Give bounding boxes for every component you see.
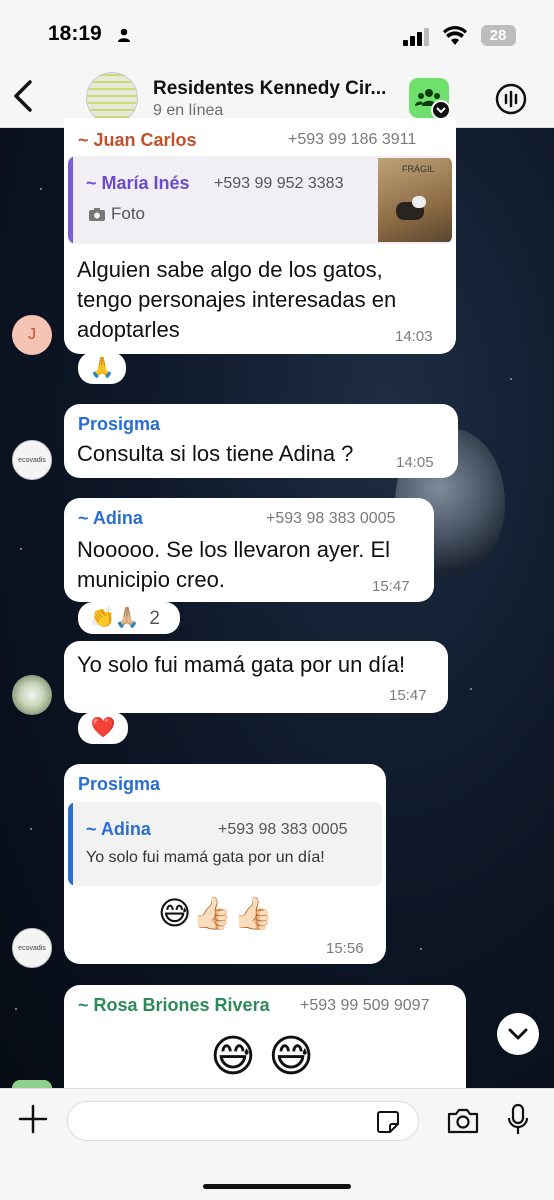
message-text-line: municipio creo.: [77, 567, 225, 592]
chevron-down-icon[interactable]: [431, 100, 451, 120]
quoted-message[interactable]: ~ María Inés +593 99 952 3383 Foto FRÁGI…: [68, 156, 452, 244]
sender-name: ~ Adina: [78, 508, 143, 528]
avatar[interactable]: ecovadis: [12, 440, 52, 480]
avatar[interactable]: ecovadis: [12, 928, 52, 968]
chevron-down-icon: [508, 1028, 528, 1040]
message-bubble[interactable]: Prosigma ~ Adina +593 98 383 0005 Yo sol…: [64, 764, 386, 964]
quote-bar: [68, 156, 73, 244]
quoted-text: Yo solo fui mamá gata por un día!: [86, 849, 325, 866]
person-icon: [118, 28, 130, 42]
message-time: 15:56: [326, 940, 364, 957]
quoted-sender-name: ~ Adina: [86, 819, 151, 839]
camera-button[interactable]: [446, 1106, 480, 1136]
reaction-badge[interactable]: 🙏: [78, 352, 126, 384]
emoji-message: 😅 😅: [210, 1032, 314, 1081]
message-bubble[interactable]: ~ Juan Carlos +593 99 186 3911 ~ María I…: [64, 118, 456, 354]
message-text-line: Alguien sabe algo de los gatos,: [77, 257, 383, 282]
sender-phone: +593 98 383 0005: [266, 510, 396, 527]
quoted-sender-phone: +593 98 383 0005: [218, 821, 348, 838]
message-time: 15:47: [389, 687, 427, 704]
message-bubble[interactable]: ~ Adina +593 98 383 0005 Nooooo. Se los …: [64, 498, 434, 602]
reaction-badge[interactable]: ❤️: [78, 712, 128, 744]
emoji-message: 😅👍🏻👍🏻: [158, 895, 275, 931]
avatar[interactable]: [12, 1080, 52, 1088]
sender-name: ~ Juan Carlos: [78, 130, 197, 150]
message-time: 14:03: [395, 328, 433, 345]
avatar-logo-text: ecovadis: [18, 457, 46, 464]
sender-name: Prosigma: [78, 774, 161, 794]
box-label: FRÁGIL: [402, 164, 435, 174]
home-indicator: [203, 1184, 351, 1189]
message-time: 14:05: [396, 454, 434, 471]
message-bubble[interactable]: Yo solo fui mamá gata por un día! 15:47: [64, 641, 448, 713]
camera-icon: [89, 208, 105, 221]
quote-bar: [68, 802, 73, 886]
quoted-text: Foto: [111, 204, 146, 223]
quoted-sender-name: ~ María Inés: [86, 173, 190, 193]
message-text-line: Yo solo fui mamá gata por un día!: [77, 652, 406, 677]
message-composer: [0, 1088, 554, 1200]
group-avatar[interactable]: [86, 72, 138, 124]
sender-phone: +593 99 186 3911: [288, 131, 417, 148]
cellular-signal-icon: [403, 28, 429, 46]
avatar-logo-text: ecovadis: [18, 945, 46, 952]
sender-name: Prosigma: [78, 414, 161, 434]
message-text-line: Consulta si los tiene Adina ?: [77, 441, 354, 466]
voice-chat-button[interactable]: [494, 82, 528, 116]
message-bubble[interactable]: ~ Rosa Briones Rivera +593 99 509 9097 😅…: [64, 985, 466, 1095]
quoted-message[interactable]: ~ Adina +593 98 383 0005 Yo solo fui mam…: [68, 802, 382, 886]
scroll-to-bottom-button[interactable]: [497, 1013, 539, 1055]
message-text-line: tengo personajes interesadas en: [77, 287, 397, 312]
sender-name: ~ Rosa Briones Rivera: [78, 995, 270, 1015]
microphone-button[interactable]: [506, 1103, 530, 1137]
battery-level: 28: [489, 27, 507, 44]
avatar[interactable]: [12, 675, 52, 715]
sticker-button[interactable]: [376, 1110, 400, 1134]
avatar[interactable]: J: [12, 315, 52, 355]
avatar-initial: J: [28, 326, 36, 343]
quoted-photo-thumbnail: FRÁGIL: [378, 158, 452, 242]
reaction-badge[interactable]: 👏🙏🏼 2: [78, 602, 180, 634]
message-text-line: Nooooo. Se los llevaron ayer. El: [77, 537, 391, 562]
status-time: 18:19: [48, 22, 102, 45]
group-title[interactable]: Residentes Kennedy Cir...: [153, 78, 398, 100]
wifi-icon: [443, 26, 467, 45]
status-bar: 18:19 28: [0, 0, 554, 62]
message-bubble[interactable]: Prosigma Consulta si los tiene Adina ? 1…: [64, 404, 458, 478]
attach-plus-button[interactable]: [18, 1104, 48, 1134]
sender-phone: +593 99 509 9097: [300, 997, 430, 1014]
reaction-emojis: 👏🙏🏼: [90, 607, 140, 629]
message-text-line: adoptarles: [77, 317, 180, 342]
quoted-sender-phone: +593 99 952 3383: [214, 175, 344, 192]
reaction-count: 2: [149, 608, 160, 629]
back-button[interactable]: [8, 76, 38, 116]
message-input[interactable]: [67, 1101, 419, 1141]
message-time: 15:47: [372, 578, 410, 595]
